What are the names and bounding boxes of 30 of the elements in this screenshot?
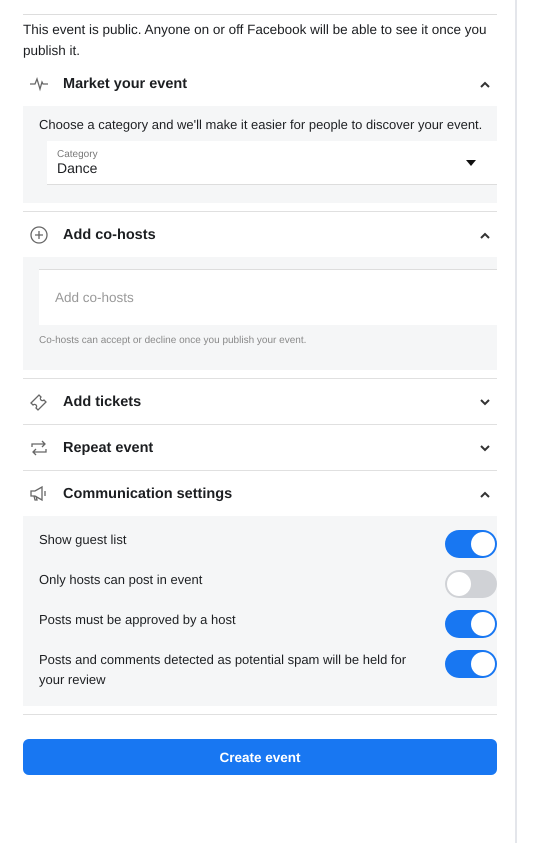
section-title: Repeat event — [63, 440, 154, 456]
section-title: Communication settings — [63, 486, 234, 502]
section-header[interactable]: Communication settings — [23, 471, 497, 516]
setting-label: Posts and comments detected as potential spam will be held for your review — [39, 651, 408, 689]
section-title: Market your event — [63, 76, 188, 92]
setting-label: Only hosts can post in event — [39, 571, 202, 589]
toggle-switch[interactable] — [445, 650, 497, 678]
cohost-input-field[interactable]: Add co-hosts — [39, 269, 497, 325]
toggle-switch[interactable] — [445, 530, 497, 558]
create-event-button[interactable]: Create event — [23, 739, 497, 775]
field-label: Category — [57, 149, 98, 160]
section-header[interactable]: Market your event — [23, 61, 497, 106]
privacy-notice: This event is public. Anyone on or off Facebook will be able to see it once you publish it. — [23, 14, 497, 61]
repeat-icon — [29, 438, 49, 458]
section-title: Add co-hosts — [63, 226, 157, 242]
section-header[interactable]: Repeat event — [23, 425, 497, 470]
category-dropdown[interactable]: Category Dance — [47, 141, 497, 185]
helper-text: Co-hosts can accept or decline once you publish your event. — [39, 335, 308, 346]
ticket-icon — [29, 392, 49, 412]
setting-label: Posts must be approved by a host — [39, 611, 236, 629]
toggle-switch[interactable] — [445, 610, 497, 638]
section-description: Choose a category and we'll make it easier for people to discover your event. — [39, 116, 484, 134]
section-title: Add tickets — [63, 394, 142, 410]
plus-circle-icon — [29, 224, 49, 244]
section-header[interactable]: Add co-hosts — [23, 212, 497, 257]
dropdown-arrow-icon — [465, 158, 477, 166]
toggle-switch[interactable] — [445, 570, 497, 598]
field-value: Dance — [57, 160, 98, 176]
setting-label: Show guest list — [39, 531, 126, 549]
section-header[interactable]: Add tickets — [23, 379, 497, 424]
